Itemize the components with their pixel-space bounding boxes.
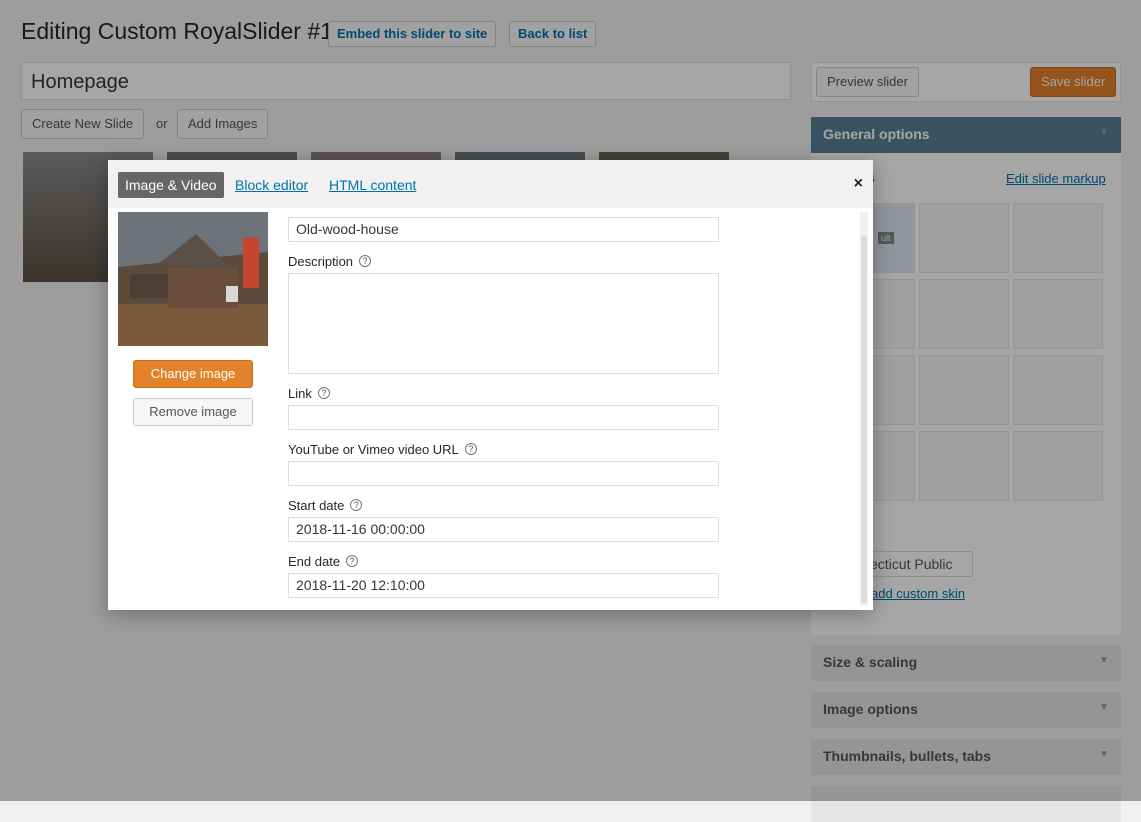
tab-block-editor[interactable]: Block editor bbox=[235, 177, 308, 193]
video-url-label-text: YouTube or Vimeo video URL bbox=[288, 442, 459, 457]
house-image bbox=[118, 212, 268, 346]
link-label: Link? bbox=[288, 386, 330, 401]
video-url-field[interactable] bbox=[288, 461, 719, 486]
help-icon[interactable]: ? bbox=[359, 255, 372, 267]
edit-slide-modal: Image & Video Block editor HTML content … bbox=[108, 160, 873, 610]
tab-image-video[interactable]: Image & Video bbox=[118, 172, 224, 198]
modal-scrollbar-thumb[interactable] bbox=[861, 235, 867, 603]
end-date-label-text: End date bbox=[288, 554, 341, 569]
help-icon[interactable]: ? bbox=[346, 555, 359, 567]
help-icon[interactable]: ? bbox=[464, 443, 477, 455]
slide-image-preview bbox=[118, 212, 268, 346]
slide-title-field[interactable]: Old-wood-house bbox=[288, 217, 719, 242]
link-field[interactable] bbox=[288, 405, 719, 430]
change-image-button[interactable]: Change image bbox=[133, 360, 253, 388]
start-date-field[interactable]: 2018-11-16 00:00:00 bbox=[288, 517, 719, 542]
help-icon[interactable]: ? bbox=[317, 387, 330, 399]
close-icon[interactable]: × bbox=[854, 175, 863, 193]
help-icon[interactable]: ? bbox=[350, 499, 363, 511]
remove-image-button[interactable]: Remove image bbox=[133, 398, 253, 426]
end-date-field[interactable]: 2018-11-20 12:10:00 bbox=[288, 573, 719, 598]
description-label-text: Description bbox=[288, 254, 354, 269]
video-url-label: YouTube or Vimeo video URL? bbox=[288, 442, 477, 457]
description-textarea[interactable] bbox=[288, 273, 719, 374]
link-label-text: Link bbox=[288, 386, 312, 401]
modal-header: Image & Video Block editor HTML content … bbox=[108, 160, 873, 208]
start-date-label: Start date? bbox=[288, 498, 363, 513]
description-label: Description? bbox=[288, 254, 372, 269]
tab-html-content[interactable]: HTML content bbox=[329, 177, 416, 193]
start-date-label-text: Start date bbox=[288, 498, 345, 513]
end-date-label: End date? bbox=[288, 554, 359, 569]
